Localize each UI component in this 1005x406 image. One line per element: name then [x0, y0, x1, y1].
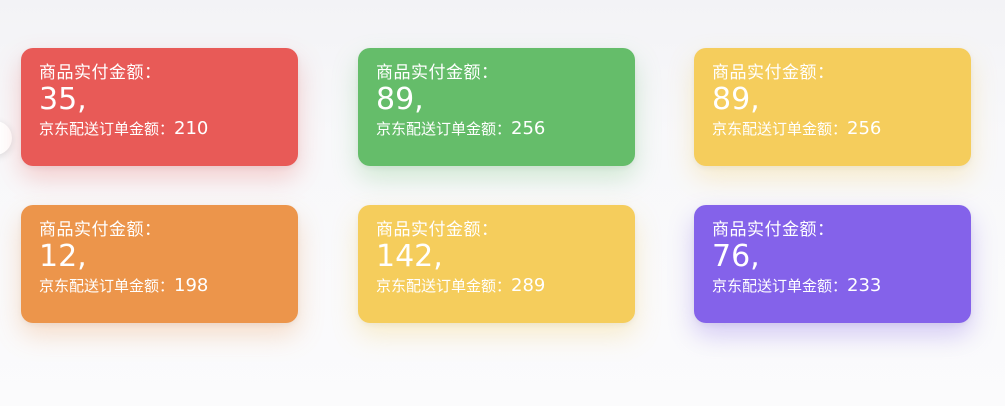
card-amount: 142, — [376, 239, 443, 274]
order-summary-card: 商品实付金额： 89, 京东配送订单金额：256 — [358, 48, 635, 166]
delivery-value: 256 — [847, 118, 882, 139]
delivery-label: 京东配送订单金额： — [712, 277, 848, 295]
order-summary-card: 商品实付金额： 142, 京东配送订单金额：289 — [358, 205, 635, 323]
card-delivery-line: 京东配送订单金额：198 — [39, 276, 298, 298]
card-label: 商品实付金额： — [712, 63, 835, 83]
order-summary-card: 商品实付金额： 89, 京东配送订单金额：256 — [694, 48, 971, 166]
delivery-label: 京东配送订单金额： — [712, 120, 848, 138]
card-delivery-line: 京东配送订单金额：210 — [39, 119, 298, 141]
delivery-label: 京东配送订单金额： — [376, 277, 512, 295]
card-delivery-line: 京东配送订单金额：289 — [376, 276, 635, 298]
card-delivery-line: 京东配送订单金额：256 — [376, 119, 635, 141]
card-amount: 35, — [39, 82, 87, 117]
delivery-value: 198 — [174, 275, 209, 296]
delivery-value: 210 — [174, 118, 209, 139]
card-label: 商品实付金额： — [712, 220, 835, 240]
side-collapse-handle[interactable] — [0, 121, 12, 155]
delivery-label: 京东配送订单金额： — [376, 120, 512, 138]
order-summary-card: 商品实付金额： 35, 京东配送订单金额：210 — [21, 48, 298, 166]
card-label: 商品实付金额： — [376, 220, 499, 240]
card-amount: 12, — [39, 239, 87, 274]
card-delivery-line: 京东配送订单金额：233 — [712, 276, 971, 298]
order-summary-card: 商品实付金额： 76, 京东配送订单金额：233 — [694, 205, 971, 323]
order-summary-card: 商品实付金额： 12, 京东配送订单金额：198 — [21, 205, 298, 323]
delivery-label: 京东配送订单金额： — [39, 277, 175, 295]
delivery-label: 京东配送订单金额： — [39, 120, 175, 138]
delivery-value: 256 — [511, 118, 546, 139]
card-delivery-line: 京东配送订单金额：256 — [712, 119, 971, 141]
card-amount: 89, — [712, 82, 760, 117]
card-label: 商品实付金额： — [39, 220, 162, 240]
delivery-value: 289 — [511, 275, 546, 296]
delivery-value: 233 — [847, 275, 882, 296]
card-label: 商品实付金额： — [39, 63, 162, 83]
card-amount: 76, — [712, 239, 760, 274]
card-amount: 89, — [376, 82, 424, 117]
card-label: 商品实付金额： — [376, 63, 499, 83]
